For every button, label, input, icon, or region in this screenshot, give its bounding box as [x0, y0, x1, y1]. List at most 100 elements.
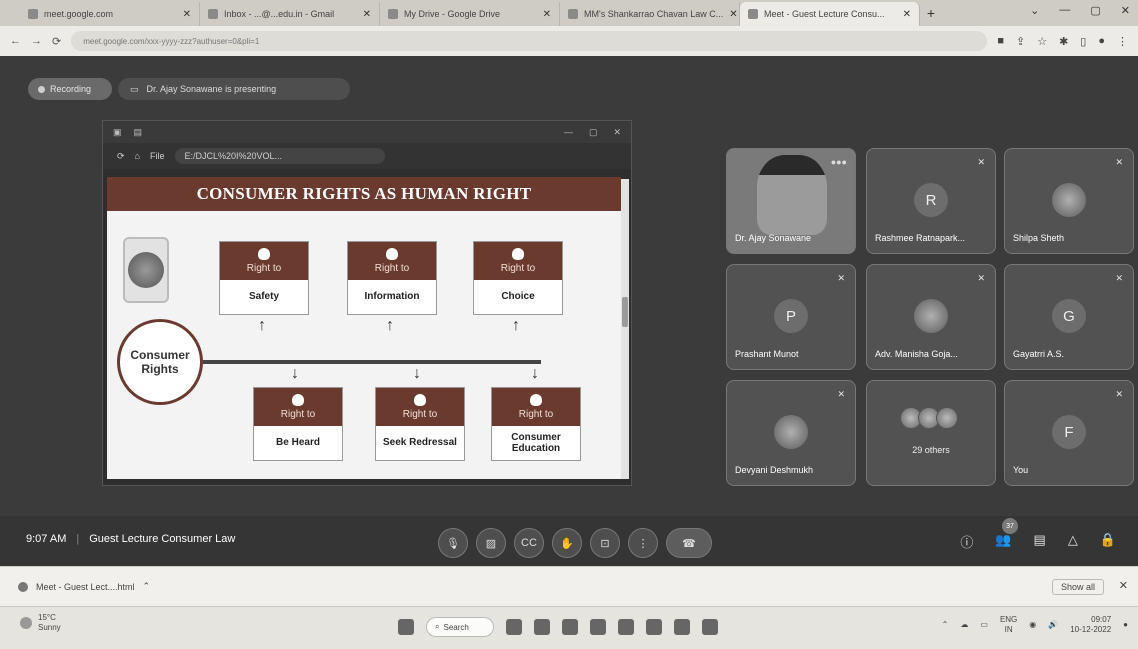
new-tab-button[interactable]: + [920, 2, 942, 26]
recording-badge[interactable]: Recording [28, 78, 112, 100]
start-icon[interactable] [398, 619, 414, 635]
browser-tab-bar: meet.google.com ✕ Inbox - ...@...edu.in -… [0, 0, 1138, 26]
site-icon [568, 9, 578, 19]
participant-tile[interactable]: ✕ Adv. Manisha Goja... [866, 264, 996, 370]
store-icon[interactable] [646, 619, 662, 635]
activities-icon[interactable]: △ [1068, 532, 1078, 551]
participant-tile[interactable]: ✕ Shilpa Sheth [1004, 148, 1134, 254]
share-icon[interactable]: ⇪ [1016, 35, 1025, 48]
wifi-icon[interactable]: ◉ [1029, 620, 1036, 629]
tray-chevron-icon[interactable]: ⌃ [942, 620, 949, 629]
scales-icon [414, 394, 426, 406]
browser-tab-4[interactable]: Meet - Guest Lecture Consu... ✕ [740, 2, 920, 26]
arrow-down-icon: ↓ [291, 365, 299, 382]
cloud-icon[interactable]: ☁ [960, 620, 968, 629]
close-tab-icon[interactable]: ✕ [183, 9, 191, 20]
info-icon[interactable]: ⓘ [960, 532, 973, 551]
language-indicator[interactable]: ENG IN [1000, 615, 1017, 634]
profile-avatar[interactable]: ● [1098, 35, 1105, 48]
browser-tab-2[interactable]: My Drive - Google Drive ✕ [380, 2, 560, 26]
taskbar-search[interactable]: ⌕ Search [426, 617, 494, 637]
participant-tile[interactable]: ✕ R Rashmee Ratnapark... [866, 148, 996, 254]
clock[interactable]: 09:07 10-12-2022 [1070, 615, 1111, 634]
browser-tab-1[interactable]: Inbox - ...@...edu.in - Gmail ✕ [200, 2, 380, 26]
avatar: F [1052, 415, 1086, 449]
chevron-up-icon[interactable]: ⌃ [143, 581, 151, 592]
meeting-title: Guest Lecture Consumer Law [89, 533, 236, 545]
search-label: Search [443, 622, 469, 632]
chrome-icon[interactable] [562, 619, 578, 635]
arrow-down-icon: ↓ [531, 365, 539, 382]
reload-icon[interactable]: ⟳ [52, 35, 61, 48]
presenting-label: Dr. Ajay Sonawane is presenting [146, 84, 277, 94]
battery-icon[interactable]: ▭ [980, 620, 988, 629]
task-view-icon[interactable] [506, 619, 522, 635]
close-window-button[interactable]: ✕ [1121, 4, 1130, 17]
present-button[interactable]: ⊡ [590, 528, 620, 558]
download-file-icon [18, 581, 28, 592]
participant-name: Prashant Munot [735, 349, 799, 359]
volume-icon[interactable]: 🔊 [1048, 620, 1058, 629]
card-body: Choice [501, 291, 535, 303]
search-icon: ⌕ [435, 622, 440, 631]
avatar: R [914, 183, 948, 217]
menu-icon[interactable]: ⋮ [1117, 35, 1128, 48]
file-explorer-icon[interactable] [590, 619, 606, 635]
others-tile[interactable]: 29 others [866, 380, 996, 486]
browser-tab-3[interactable]: MM's Shankarrao Chavan Law C... ✕ [560, 2, 740, 26]
participant-tile[interactable]: ✕ P Prashant Munot [726, 264, 856, 370]
captions-button[interactable]: CC [514, 528, 544, 558]
card-right-be-heard: Right to Be Heard [253, 387, 343, 461]
url-field[interactable]: meet.google.com/xxx-yyyy-zzz?authuser=0&… [71, 31, 988, 51]
browser-tab-0[interactable]: meet.google.com ✕ [20, 2, 200, 26]
participant-name: Rashmee Ratnapark... [875, 233, 966, 243]
speaker-video [757, 155, 827, 235]
extensions-icon[interactable]: ✱ [1059, 35, 1068, 48]
scrollbar-thumb[interactable] [622, 297, 628, 327]
presenting-banner: ▭ Dr. Ajay Sonawane is presenting [118, 78, 350, 100]
connector-line [203, 360, 541, 364]
participant-tile[interactable]: ✕ G Gayatrri A.S. [1004, 264, 1134, 370]
chat-app-icon[interactable] [534, 619, 550, 635]
sidepanel-icon[interactable]: ▯ [1080, 35, 1086, 48]
raise-hand-button[interactable]: ✋ [552, 528, 582, 558]
back-icon[interactable]: ← [10, 35, 21, 47]
people-icon[interactable]: 👥 [995, 532, 1011, 551]
recording-dot-icon [38, 85, 45, 93]
self-tile[interactable]: ✕ F You [1004, 380, 1134, 486]
card-right-consumer-education: Right to Consumer Education [491, 387, 581, 461]
present-icon: ▭ [130, 83, 139, 94]
maximize-button[interactable]: ▢ [1090, 4, 1100, 17]
close-tab-icon[interactable]: ✕ [729, 9, 737, 20]
shared-pdf-icon: ▤ [133, 126, 143, 137]
camera-toggle-button[interactable]: ▨ [476, 528, 506, 558]
mic-toggle-button[interactable]: 🎙 [438, 528, 468, 558]
participant-tile[interactable]: ●●● Dr. Ajay Sonawane [726, 148, 856, 254]
download-file-name[interactable]: Meet - Guest Lect....html [36, 582, 135, 592]
leave-call-button[interactable]: ☎ [666, 528, 712, 558]
host-controls-icon[interactable]: 🔒 [1100, 532, 1116, 551]
tab-search-icon[interactable]: ⌄ [1030, 4, 1039, 17]
taskbar-apps: ⌕ Search [398, 617, 718, 637]
call-controls: 🎙 ▨ CC ✋ ⊡ ⋮ ☎ [438, 528, 712, 558]
notification-icon[interactable]: ● [1123, 620, 1128, 629]
minimize-button[interactable]: — [1059, 4, 1070, 17]
drive-icon [388, 9, 398, 19]
avatar: P [774, 299, 808, 333]
app-icon[interactable] [702, 619, 718, 635]
close-tab-icon[interactable]: ✕ [363, 9, 371, 20]
weather-widget[interactable]: 15°C Sunny [20, 613, 61, 632]
chat-icon[interactable]: ▤ [1034, 532, 1046, 551]
edge-icon[interactable] [618, 619, 634, 635]
camera-icon[interactable]: ■ [997, 35, 1004, 48]
show-all-button[interactable]: Show all [1051, 579, 1104, 595]
star-icon[interactable]: ☆ [1037, 35, 1047, 48]
close-tab-icon[interactable]: ✕ [903, 9, 911, 20]
forward-icon[interactable]: → [31, 35, 42, 47]
close-tab-icon[interactable]: ✕ [543, 9, 551, 20]
close-download-bar-icon[interactable]: ✕ [1119, 579, 1128, 592]
more-options-button[interactable]: ⋮ [628, 528, 658, 558]
participant-tile[interactable]: ✕ Devyani Deshmukh [726, 380, 856, 486]
slide-scrollbar[interactable] [621, 179, 629, 479]
media-icon[interactable] [674, 619, 690, 635]
